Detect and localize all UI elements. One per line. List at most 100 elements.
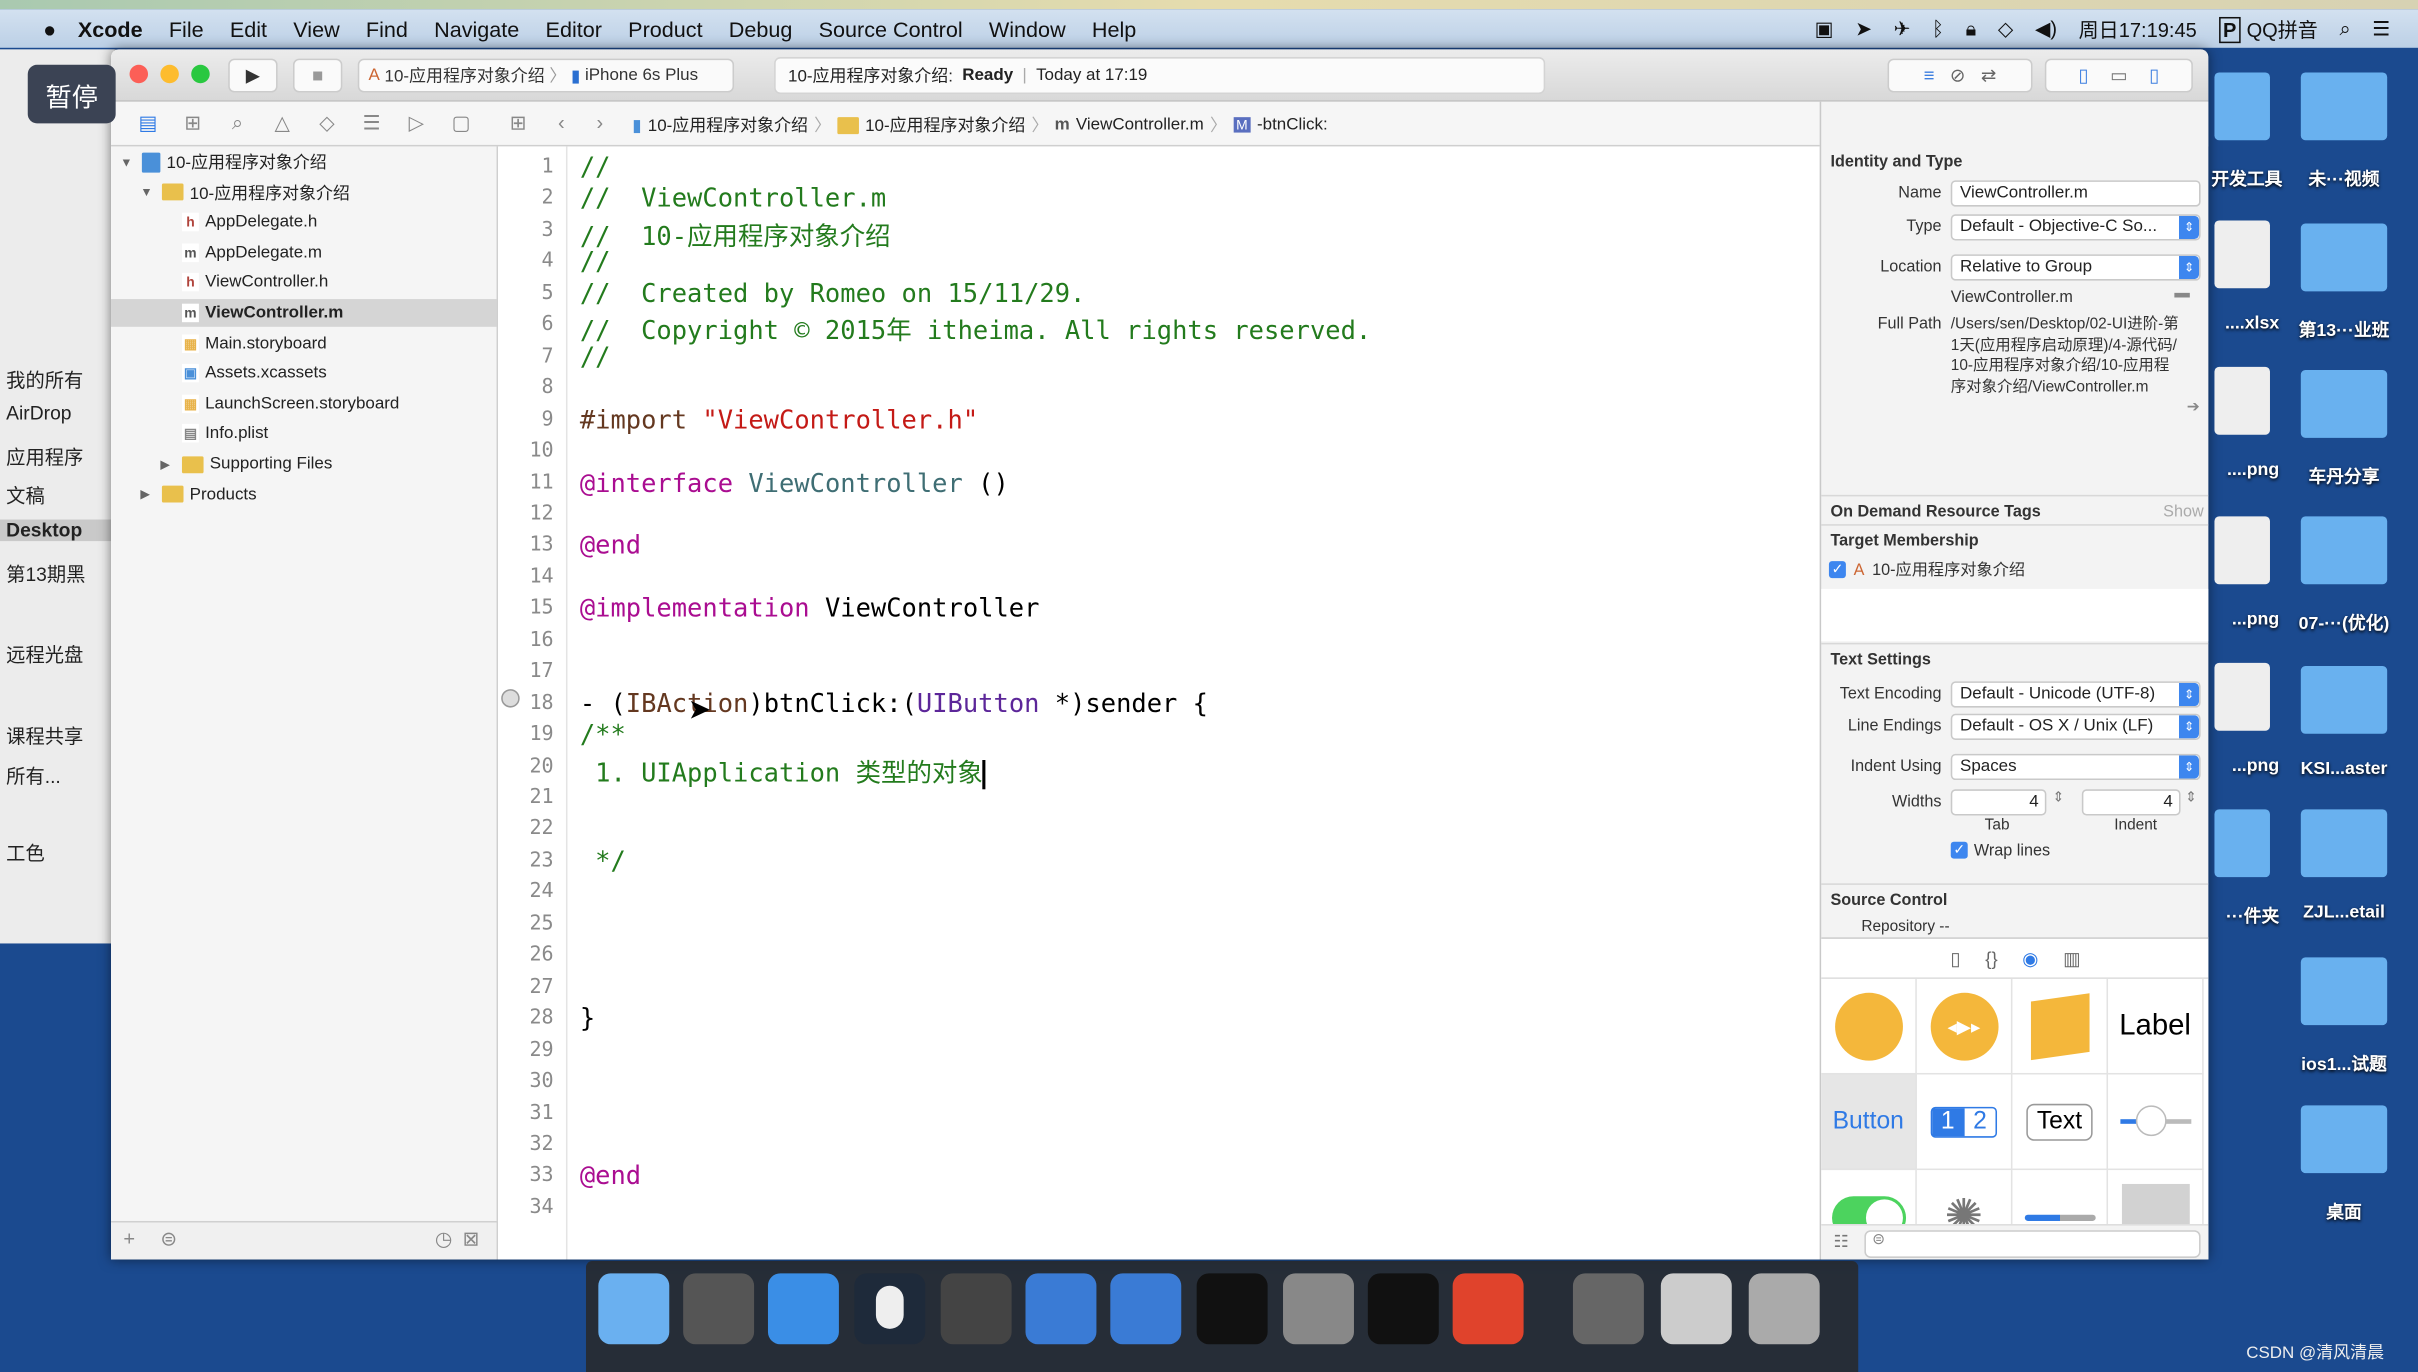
desktop-item-label[interactable]: 07-···(优化)	[2298, 610, 2391, 635]
navigator-item[interactable]: ▤ Info.plist	[111, 420, 268, 448]
finder-sidebar-item[interactable]: 远程光盘	[6, 638, 83, 667]
navigator-item[interactable]: ▼ 10-应用程序对象介绍	[111, 178, 350, 206]
finder-sidebar-item[interactable]: 应用程序	[6, 441, 83, 470]
remote-desktop-dock-icon[interactable]	[1572, 1273, 1644, 1345]
filter-icon[interactable]: ⊜	[160, 1227, 177, 1252]
navigator-item[interactable]: m ViewController.m	[111, 299, 497, 327]
utilities-toggle-icon[interactable]: ▯	[2149, 65, 2159, 87]
menu-navigate[interactable]: Navigate	[434, 16, 519, 41]
library-object[interactable]	[2012, 978, 2109, 1075]
desktop-item-label[interactable]: 第13···业班	[2298, 318, 2391, 343]
code-line[interactable]: 1. UIApplication 类型的对象	[580, 752, 986, 789]
file-thumbnail-icon[interactable]	[2214, 366, 2270, 435]
navigator-item[interactable]: m AppDelegate.m	[111, 239, 322, 267]
console-dock-icon[interactable]	[1367, 1273, 1439, 1345]
target-checkbox[interactable]: ✓	[1828, 561, 1846, 579]
folder-reveal-icon[interactable]: ▬	[2174, 285, 2189, 302]
finder-sidebar-item[interactable]: 课程共享	[6, 720, 83, 749]
add-icon[interactable]: +	[123, 1227, 135, 1250]
library-button[interactable]: Button	[1821, 1074, 1917, 1171]
code-line[interactable]: //	[580, 153, 611, 182]
code-line[interactable]: */	[580, 846, 626, 875]
menu-xcode[interactable]: Xcode	[78, 16, 143, 41]
library-view-controller[interactable]	[1821, 978, 1917, 1075]
scheme-selector[interactable]: A 10-应用程序对象介绍 〉 ▮ iPhone 6s Plus	[357, 58, 735, 93]
jumpbar-file[interactable]: ViewController.m	[1076, 116, 1204, 134]
code-line[interactable]: - (IBAction)btnClick:(UIButton *)sender …	[580, 689, 1208, 718]
airplane-icon[interactable]: ✈	[1894, 16, 1911, 41]
menu-window[interactable]: Window	[989, 16, 1066, 41]
desktop-item-label[interactable]: 未···视频	[2298, 166, 2391, 191]
safari-dock-icon[interactable]	[767, 1273, 839, 1345]
code-line[interactable]: // 10-应用程序对象介绍	[580, 216, 891, 253]
breakpoint-navigator-icon[interactable]: ▷	[402, 111, 430, 136]
debug-navigator-icon[interactable]: ☰	[358, 111, 386, 136]
library-av-player[interactable]: ◂▶▸	[1916, 978, 2013, 1075]
assistant-editor-icon[interactable]: ⊘	[1950, 65, 1966, 87]
file-thumbnail-icon[interactable]	[2214, 220, 2270, 289]
target-membership-item[interactable]: ✓ A 10-应用程序对象介绍	[1828, 558, 2025, 581]
file-thumbnail-icon[interactable]	[2214, 662, 2270, 731]
issue-navigator-icon[interactable]: △	[268, 111, 296, 136]
menu-product[interactable]: Product	[628, 16, 702, 41]
trash-dock-icon[interactable]	[1748, 1273, 1820, 1345]
name-field[interactable]: ViewController.m	[1950, 180, 2201, 207]
finder-sidebar-item[interactable]: 第13期黑	[6, 558, 85, 587]
back-icon[interactable]: ‹	[547, 111, 575, 134]
wrap-lines-checkbox[interactable]: ✓ Wrap lines	[1950, 841, 2050, 860]
list-view-icon[interactable]: ☷	[1834, 1232, 1849, 1251]
object-library-icon[interactable]: ◉	[2022, 947, 2038, 969]
desktop-item-label[interactable]: ZJL...etail	[2298, 903, 2391, 921]
spotlight-icon[interactable]: ⌕	[2339, 16, 2350, 41]
code-line[interactable]: /**	[580, 720, 626, 749]
lock-icon[interactable]: 🔒︎	[1966, 16, 1977, 41]
standard-editor-icon[interactable]: ≡	[1924, 65, 1935, 87]
wifi-icon[interactable]: ◇	[1998, 16, 2013, 41]
debug-area-toggle-icon[interactable]: ▭	[2110, 65, 2127, 87]
file-thumbnail-icon[interactable]	[2214, 516, 2270, 585]
recent-files-icon[interactable]: ◷	[435, 1227, 452, 1252]
preview-dock-icon[interactable]	[1660, 1273, 1732, 1345]
menu-help[interactable]: Help	[1092, 16, 1136, 41]
navigator-item[interactable]: h AppDelegate.h	[111, 208, 317, 236]
desktop-item-label[interactable]: KSI...aster	[2298, 760, 2391, 778]
symbol-navigator-icon[interactable]: ⊞	[179, 111, 207, 136]
desktop-item-label[interactable]: ....png	[2211, 461, 2279, 479]
code-line[interactable]: }	[580, 1004, 595, 1033]
folder-icon[interactable]	[2300, 223, 2388, 292]
forward-icon[interactable]: ›	[586, 111, 614, 134]
menu-source-control[interactable]: Source Control	[819, 16, 963, 41]
library-segmented-control[interactable]: 12	[1916, 1074, 2013, 1171]
zoom-button[interactable]	[191, 64, 210, 84]
folder-icon[interactable]	[2300, 957, 2388, 1026]
disclosure-triangle-icon[interactable]: ▼	[140, 185, 155, 199]
finder-sidebar-item[interactable]: 工色	[6, 837, 45, 866]
screen-record-icon[interactable]: ▣	[1815, 16, 1834, 41]
project-navigator-icon[interactable]: ▤	[134, 111, 162, 136]
system-preferences-dock-icon[interactable]	[1283, 1273, 1354, 1345]
library-slider[interactable]	[2108, 1074, 2204, 1171]
notification-center-icon[interactable]: ☰	[2372, 16, 2390, 41]
navigator-item[interactable]: h ViewController.h	[111, 269, 328, 297]
finder-sidebar-item[interactable]: AirDrop	[6, 402, 71, 424]
folder-icon[interactable]	[2300, 1105, 2388, 1174]
desktop-item-label[interactable]: 桌面	[2298, 1199, 2391, 1224]
report-navigator-icon[interactable]: ▢	[447, 111, 475, 136]
test-navigator-icon[interactable]: ◇	[313, 111, 341, 136]
code-line[interactable]: //	[580, 247, 611, 276]
pause-overlay[interactable]: 暂停	[27, 64, 116, 124]
menu-view[interactable]: View	[293, 16, 339, 41]
navigator-toggle-icon[interactable]: ▯	[2078, 65, 2088, 87]
code-line[interactable]: // Copyright © 2015年 itheima. All rights…	[580, 310, 1371, 347]
desktop-item-label[interactable]: ...png	[2211, 757, 2279, 775]
instruments-dock-icon[interactable]	[1110, 1273, 1182, 1345]
navigator-item[interactable]: ▶ Products	[111, 480, 257, 508]
code-line[interactable]: @implementation ViewController	[580, 594, 1040, 623]
file-template-library-icon[interactable]: ▯	[1950, 947, 1960, 969]
source-editor[interactable]: 1 2 3 4 5 6 7 8 9 10 11 12 13 14 15 16 17 18 19 20 21 22 23 24 2…	[498, 146, 1820, 1260]
paw-dock-icon[interactable]	[1452, 1273, 1524, 1345]
finder-sidebar-item[interactable]: 我的所有	[6, 364, 83, 393]
run-button[interactable]: ▶	[228, 58, 278, 93]
line-number-gutter[interactable]: 1 2 3 4 5 6 7 8 9 10 11 12 13 14 15 16 17 18 19 20 21 22 23 24 2…	[498, 146, 568, 1260]
line-endings-popup[interactable]: Default - OS X / Unix (LF) ⇕	[1950, 713, 2201, 740]
